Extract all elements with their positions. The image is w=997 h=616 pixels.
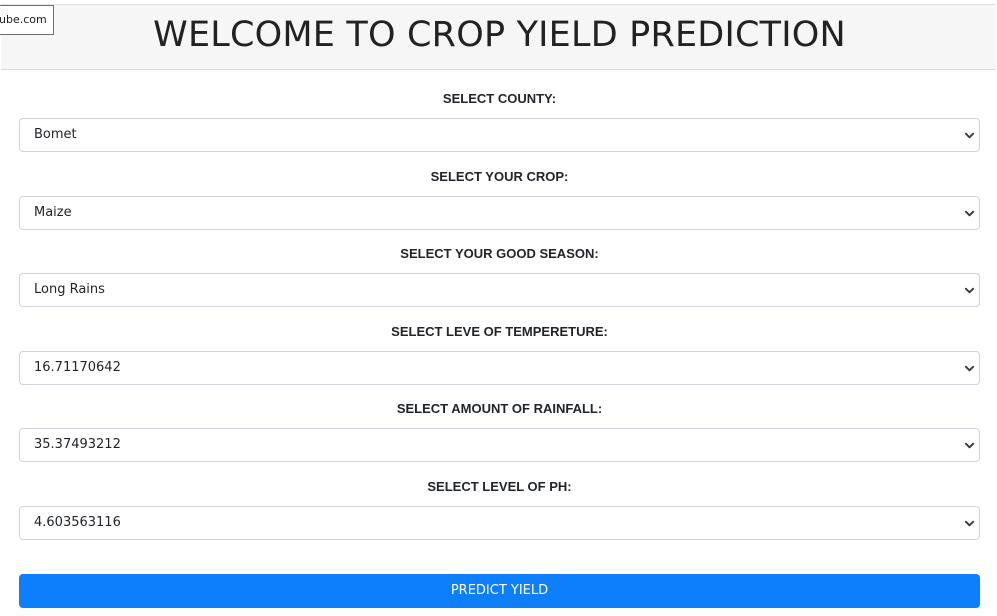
rainfall-selected-value: 35.37493212 [34, 437, 121, 452]
county-select[interactable]: Bomet [19, 118, 980, 152]
season-selected-value: Long Rains [34, 282, 105, 297]
page-title: WELCOME TO CROP YIELD PREDICTION [153, 15, 846, 55]
season-field: SELECT YOUR GOOD SEASON: Long Rains [19, 235, 980, 313]
page-header: WELCOME TO CROP YIELD PREDICTION [1, 4, 996, 70]
crop-selected-value: Maize [34, 204, 72, 220]
county-selected-value: Bomet [34, 127, 77, 142]
chevron-down-icon [964, 132, 975, 139]
ph-selected-value: 4.603563116 [34, 514, 121, 530]
page: ube.com WELCOME TO CROP YIELD PREDICTION… [0, 0, 997, 616]
temperature-select[interactable]: 16.71170642 [19, 350, 980, 385]
rainfall-label: SELECT AMOUNT OF RAINFALL: [396, 401, 603, 416]
url-tooltip-fragment: ube.com [0, 5, 54, 35]
ph-field: SELECT LEVEL OF PH: 4.603563116 [19, 468, 980, 546]
chevron-down-icon [964, 442, 975, 449]
crop-field: SELECT YOUR CROP: Maize [19, 158, 980, 236]
crop-select[interactable]: Maize [19, 195, 980, 230]
chevron-down-icon [964, 365, 975, 371]
chevron-down-icon [964, 210, 975, 216]
county-field: SELECT COUNTY: Bomet [19, 80, 980, 158]
chevron-down-icon [964, 287, 975, 294]
season-select[interactable]: Long Rains [19, 273, 980, 307]
temperature-selected-value: 16.71170642 [34, 359, 121, 375]
rainfall-field: SELECT AMOUNT OF RAINFALL: 35.37493212 [19, 390, 980, 468]
prediction-form: SELECT COUNTY: Bomet SELECT YOUR CROP: M… [19, 80, 980, 545]
season-label: SELECT YOUR GOOD SEASON: [400, 246, 599, 261]
chevron-down-icon [964, 520, 975, 526]
temperature-label: SELECT LEVE OF TEMPERETURE: [391, 323, 608, 339]
ph-label: SELECT LEVEL OF PH: [427, 478, 572, 494]
county-label: SELECT COUNTY: [442, 91, 557, 106]
predict-yield-button[interactable]: PREDICT YIELD [19, 574, 980, 608]
ph-select[interactable]: 4.603563116 [19, 505, 980, 540]
crop-label: SELECT YOUR CROP: [430, 168, 569, 184]
rainfall-select[interactable]: 35.37493212 [19, 428, 980, 462]
temperature-field: SELECT LEVE OF TEMPERETURE: 16.71170642 [19, 313, 980, 391]
